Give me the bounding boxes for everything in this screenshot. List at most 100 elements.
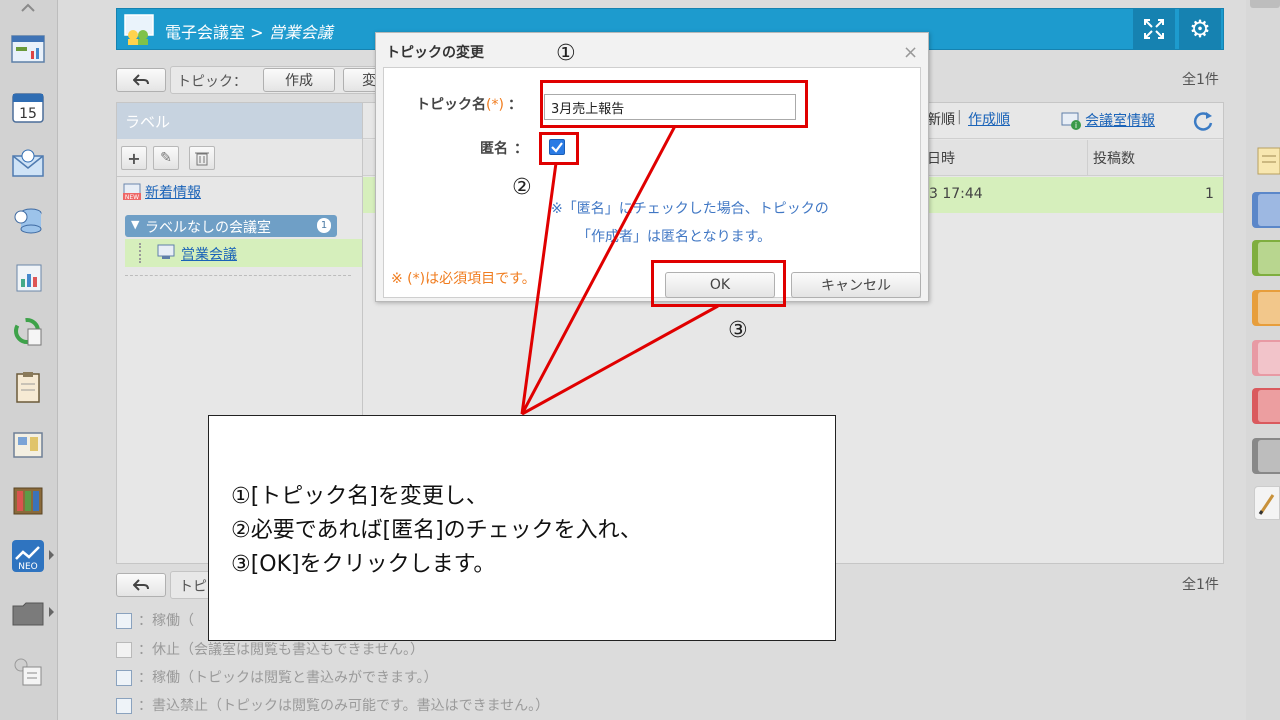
sort-created-link[interactable]: 作成順 (968, 109, 1010, 129)
anonymous-label: 匿名 ： (480, 138, 528, 158)
cancel-button[interactable]: キャンセル (791, 272, 921, 298)
label-panel-heading: ラベル (117, 103, 362, 139)
neo-app-icon[interactable]: NEO (9, 537, 47, 575)
edit-label-button[interactable]: ✎ (153, 146, 179, 170)
sort-newest-partial[interactable]: 新順 (927, 109, 955, 129)
right-rail-top-button[interactable] (1250, 0, 1280, 8)
label-group-name: ラベルなしの会議室 (145, 220, 271, 236)
room-info-link[interactable]: 会議室情報 (1085, 110, 1155, 130)
highlight-ok-box (651, 260, 786, 307)
portal-app-icon[interactable] (9, 30, 47, 68)
step-marker-2: ② (512, 175, 532, 200)
pencil-tab-icon[interactable] (1254, 486, 1280, 520)
topic-toolbar-label: トピック： (177, 74, 247, 90)
page-title: 電子会議室 > 営業会議 (165, 19, 333, 43)
anonymous-label-text: 匿名 (480, 141, 508, 157)
dialog-title: トピックの変更 (386, 45, 484, 61)
fullscreen-button[interactable] (1133, 9, 1175, 49)
orange-tab[interactable] (1252, 290, 1280, 326)
dialog-close-button[interactable]: × (903, 42, 918, 63)
memo-tab-icon[interactable] (1256, 142, 1280, 176)
back-button-bottom[interactable] (116, 573, 166, 597)
refresh-icon[interactable] (1192, 110, 1214, 132)
bulletin-app-icon[interactable] (9, 368, 47, 406)
instruction-line-1: ①[トピック名]を変更し、 (231, 484, 488, 509)
room-link[interactable]: 営業会議 (181, 244, 237, 264)
instruction-line-2: ②必要であれば[匿名]のチェックを入れ、 (231, 518, 642, 543)
topic-active-legend-icon (116, 670, 132, 686)
topic-name-label: トピック名(*)： (416, 94, 522, 114)
add-label-button[interactable]: + (121, 146, 147, 170)
topic-readonly-legend-icon (116, 698, 132, 714)
room-suspended-legend-icon (116, 642, 132, 658)
workflow-app-icon[interactable] (9, 312, 47, 350)
room-row-selected[interactable]: 営業会議 (125, 239, 362, 267)
legend-text: ：書込禁止（トピックは閲覧のみ可能です。書込はできません。） (138, 698, 550, 714)
breadcrumb-room-link[interactable]: 電子会議室 (165, 23, 245, 42)
blue-tab[interactable] (1252, 192, 1280, 228)
topic-name-label-text: トピック名 (416, 97, 486, 113)
database-app-icon[interactable] (9, 200, 47, 238)
svg-text:NEW: NEW (125, 194, 139, 201)
label-toolbar: + ✎ (117, 139, 362, 177)
room-active-legend-icon (116, 613, 132, 629)
label-panel-divider (125, 275, 351, 276)
cabinet-app-icon[interactable] (9, 481, 47, 519)
mail-app-icon[interactable] (9, 144, 47, 182)
legend-text: ：休止（会議室は閲覧も書込もできません。） (138, 642, 425, 658)
column-posts-header[interactable]: 投稿数 (1093, 148, 1135, 168)
new-info-link[interactable]: 新着情報 (145, 182, 201, 202)
legend-row-readonly: ：書込禁止（トピックは閲覧のみ可能です。書込はできません。） (116, 695, 549, 715)
scheduler-app-icon[interactable]: 15 (9, 88, 47, 126)
back-button[interactable] (116, 68, 166, 92)
left-app-rail: 15 NEO (0, 0, 58, 720)
folder-expand-arrow-icon[interactable] (49, 607, 54, 617)
label-colon: ： (507, 97, 522, 113)
meeting-room-icon (123, 13, 157, 45)
label-group-header[interactable]: ▼ ラベルなしの会議室 1 (125, 215, 337, 237)
back-arrow-icon (133, 579, 149, 591)
column-date-header[interactable]: 日時 (927, 148, 955, 168)
instruction-callout: ①[トピック名]を変更し、 ②必要であれば[匿名]のチェックを入れ、 ③[OK]… (208, 415, 836, 641)
breadcrumb-topic: 営業会議 (268, 23, 333, 42)
legend-row-suspended: ：休止（会議室は閲覧も書込もできません。） (116, 639, 424, 659)
new-info-row[interactable]: NEW 新着情報 (123, 181, 353, 203)
legend-row-topic-active: ：稼働（トピックは閲覧と書込みができます。） (116, 667, 438, 687)
breadcrumb-separator: > (245, 23, 269, 42)
step-marker-3: ③ (728, 318, 748, 343)
legend-text: ：稼働（ (138, 613, 194, 629)
neo-expand-arrow-icon[interactable] (49, 550, 54, 560)
anonymous-note-line1: ※「匿名」にチェックした場合、トピックの (551, 201, 829, 217)
svg-text:i: i (1075, 121, 1077, 130)
fullscreen-icon (1144, 19, 1164, 39)
folder-app-icon[interactable] (9, 594, 47, 632)
label-group-count-badge: 1 (317, 218, 331, 233)
room-active-icon (157, 244, 175, 259)
row-date: 3 17:44 (929, 186, 983, 202)
red-tab[interactable] (1252, 388, 1280, 424)
gray-tab[interactable] (1252, 438, 1280, 474)
sort-separator: | (957, 109, 962, 125)
create-topic-button[interactable]: 作成 (263, 68, 335, 92)
legend-row-active: ：稼働（ (116, 610, 194, 630)
notice-board-app-icon[interactable] (9, 425, 47, 463)
report-app-icon[interactable] (9, 258, 47, 296)
pencil-icon: ✎ (160, 150, 172, 166)
green-tab[interactable] (1252, 240, 1280, 276)
highlight-anonymous-box (539, 132, 579, 165)
delete-label-button[interactable] (189, 146, 215, 170)
highlight-topic-name-box (540, 80, 808, 128)
item-count-top: 全1件 (1182, 72, 1219, 88)
column-divider (1087, 140, 1088, 176)
back-arrow-icon (133, 74, 149, 86)
topic-toolbar-label-bottom: トピ (179, 579, 207, 595)
settings-list-app-icon[interactable] (9, 652, 47, 690)
instruction-line-3: ③[OK]をクリックします。 (231, 552, 496, 577)
settings-button[interactable]: ⚙ (1179, 9, 1221, 49)
row-post-count: 1 (1205, 186, 1214, 202)
drag-handle-icon[interactable] (139, 243, 145, 263)
pink-tab[interactable] (1252, 340, 1280, 376)
rail-scroll-up-icon[interactable] (18, 0, 38, 14)
new-info-icon: NEW (123, 183, 141, 201)
topic-toolbar-group: トピック： 作成 変 (170, 66, 383, 94)
